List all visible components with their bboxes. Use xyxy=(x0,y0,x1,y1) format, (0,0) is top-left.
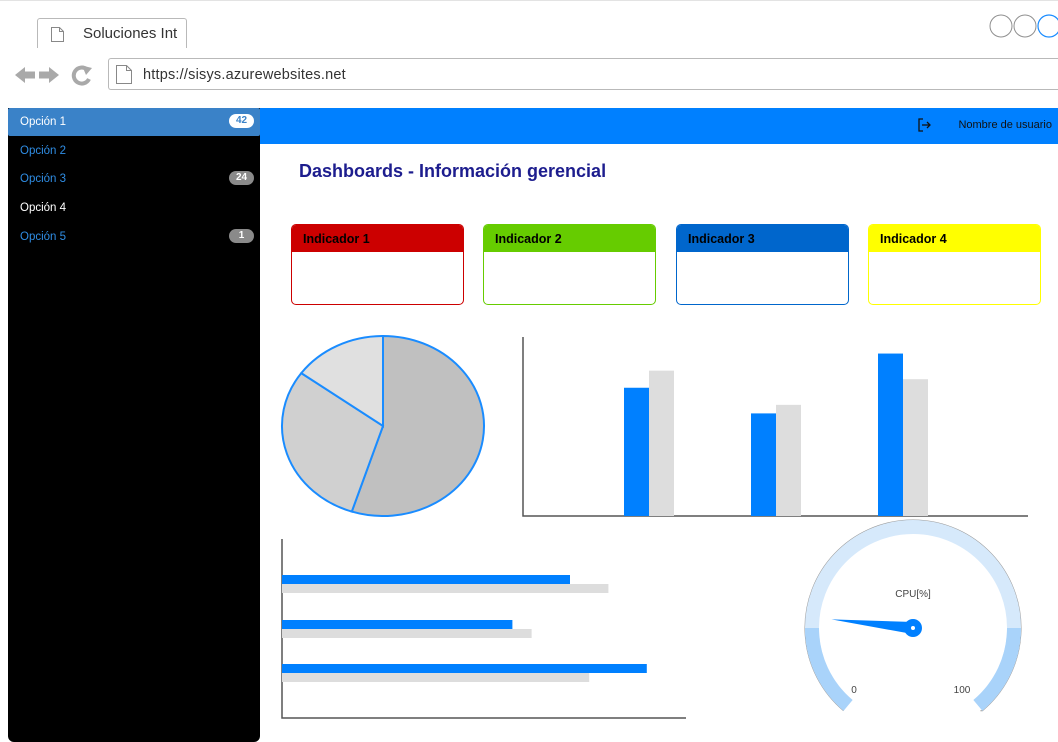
indicator-header: Indicador 3 xyxy=(677,225,848,252)
page-title: Dashboards - Información gerencial xyxy=(299,161,607,181)
user-name-link[interactable]: Nombre de usuario xyxy=(958,119,1052,131)
gauge-hub xyxy=(904,619,922,637)
gauge-band-high xyxy=(973,627,1021,711)
pie-chart xyxy=(281,334,485,517)
gauge-face xyxy=(804,519,1022,712)
bar-secondary xyxy=(776,404,801,516)
maximize-button[interactable] xyxy=(1013,14,1037,38)
minimize-button[interactable] xyxy=(989,14,1013,38)
bar-primary xyxy=(878,353,903,516)
sidebar-item-opcion-4[interactable]: Opción 4 xyxy=(8,194,260,222)
forward-arrow-icon[interactable] xyxy=(39,67,59,83)
browser-window: Soluciones Int https://sisys.azurewebsit… xyxy=(0,0,1058,742)
gauge-band xyxy=(805,520,1021,711)
sidebar-item-label: Opción 1 xyxy=(20,116,67,128)
browser-tab[interactable]: Soluciones Int xyxy=(37,18,187,48)
tab-title: Soluciones Int xyxy=(83,25,178,42)
gauge-min-label: 0 xyxy=(851,685,857,696)
sidebar-item-label: Opción 2 xyxy=(20,145,67,157)
axis-line xyxy=(281,539,686,719)
pie-slice xyxy=(299,334,384,428)
sidebar-item-label: Opción 5 xyxy=(20,231,67,243)
sidebar-item-label: Opción 3 xyxy=(20,173,67,185)
sidebar: Opción 1 42 Opción 2 Opción 3 24 Opción … xyxy=(8,108,260,742)
url-text: https://sisys.azurewebsites.net xyxy=(143,67,346,83)
indicator-card-1[interactable]: Indicador 1 xyxy=(291,224,464,305)
bar-primary xyxy=(751,413,776,516)
sidebar-item-opcion-2[interactable]: Opción 2 xyxy=(8,137,260,165)
sidebar-item-opcion-1[interactable]: Opción 1 42 xyxy=(8,108,260,136)
gauge-band-low xyxy=(805,627,853,711)
indicator-card-2[interactable]: Indicador 2 xyxy=(483,224,656,305)
indicator-header: Indicador 4 xyxy=(869,225,1040,252)
pie-slice xyxy=(350,334,485,517)
bar-secondary xyxy=(282,629,532,638)
gauge-needle xyxy=(831,619,914,634)
address-bar[interactable]: https://sisys.azurewebsites.net xyxy=(108,58,1058,90)
bar-secondary xyxy=(282,584,609,593)
indicator-card-3[interactable]: Indicador 3 xyxy=(676,224,849,305)
close-button[interactable] xyxy=(1037,14,1058,38)
tab-bar: Soluciones Int xyxy=(0,0,1058,50)
axis-line xyxy=(522,337,1028,517)
horizontal-bar-chart xyxy=(281,539,686,719)
bar-primary xyxy=(282,575,570,584)
gauge-max-label: 100 xyxy=(954,685,971,696)
gauge-hub-dot xyxy=(911,626,915,630)
pie-slice xyxy=(281,371,385,513)
bar-primary xyxy=(624,387,649,516)
back-arrow-icon[interactable] xyxy=(15,67,35,83)
bar-secondary xyxy=(903,379,928,516)
window-controls xyxy=(988,13,1058,39)
gauge-label: CPU[%] xyxy=(895,589,931,600)
vertical-bar-chart xyxy=(522,337,1028,517)
bar-primary xyxy=(282,620,513,629)
sidebar-item-opcion-3[interactable]: Opción 3 24 xyxy=(8,165,260,193)
nav-buttons xyxy=(14,64,104,91)
sidebar-item-opcion-5[interactable]: Opción 5 1 xyxy=(8,223,260,251)
indicator-card-4[interactable]: Indicador 4 xyxy=(868,224,1041,305)
top-bar: Nombre de usuario xyxy=(260,108,1058,144)
indicator-header: Indicador 1 xyxy=(292,225,463,252)
count-badge: 24 xyxy=(229,171,254,185)
cpu-gauge: CPU[%] 0 100 xyxy=(804,519,1022,712)
reload-icon[interactable] xyxy=(71,65,92,86)
bar-primary xyxy=(282,664,647,673)
bar-secondary xyxy=(649,370,674,516)
bar-secondary xyxy=(282,673,590,682)
logout-icon[interactable] xyxy=(918,118,932,137)
document-icon xyxy=(116,65,132,89)
indicator-header: Indicador 2 xyxy=(484,225,655,252)
count-badge: 42 xyxy=(229,114,254,128)
sidebar-item-label: Opción 4 xyxy=(20,202,67,214)
navigation-bar: https://sisys.azurewebsites.net xyxy=(0,48,1058,104)
document-icon xyxy=(51,27,64,47)
count-badge: 1 xyxy=(229,229,254,243)
